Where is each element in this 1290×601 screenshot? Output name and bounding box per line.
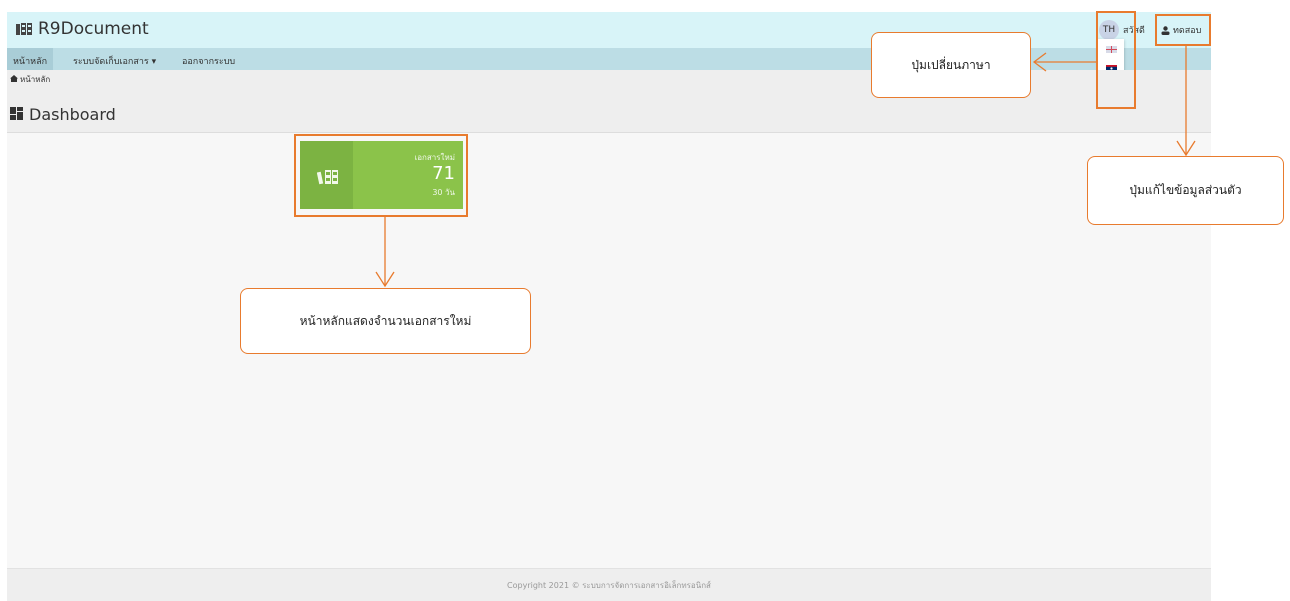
nav-logout[interactable]: ออกจากระบบ: [182, 54, 235, 68]
nav-documents-dropdown[interactable]: ระบบจัดเก็บเอกสาร ▾: [73, 54, 156, 68]
tile-highlight-box: [294, 134, 468, 217]
footer-copyright: Copyright 2021 © ระบบการจัดการเอกสารอิเล…: [507, 581, 711, 590]
footer: Copyright 2021 © ระบบการจัดการเอกสารอิเล…: [7, 568, 1211, 601]
language-highlight-box: [1096, 11, 1136, 109]
breadcrumb-home-label: หน้าหลัก: [20, 75, 51, 84]
caret-down-icon: ▾: [151, 57, 157, 67]
page-title-text: Dashboard: [29, 105, 116, 124]
app-window: R9Document TH สวัสดี ทดสอบ หน้าหลัก ระบบ…: [7, 12, 1211, 601]
nav-home[interactable]: หน้าหลัก: [7, 48, 54, 70]
home-icon: [10, 75, 18, 84]
brand-name: R9Document: [38, 19, 149, 39]
dashboard-icon: [10, 105, 23, 124]
page-title: Dashboard: [10, 105, 116, 124]
profile-button-callout: ปุ่มแก้ไขข้อมูลส่วนตัว: [1087, 156, 1284, 225]
language-button-callout: ปุ่มเปลี่ยนภาษา: [871, 32, 1031, 98]
profile-highlight-box: [1155, 14, 1211, 46]
nav-documents-label: ระบบจัดเก็บเอกสาร: [73, 57, 149, 67]
breadcrumb-home[interactable]: หน้าหลัก: [10, 73, 50, 86]
brand-link[interactable]: R9Document: [15, 19, 149, 39]
dashboard-note-callout: หน้าหลักแสดงจำนวนเอกสารใหม่: [240, 288, 531, 354]
books-icon: [15, 22, 33, 37]
